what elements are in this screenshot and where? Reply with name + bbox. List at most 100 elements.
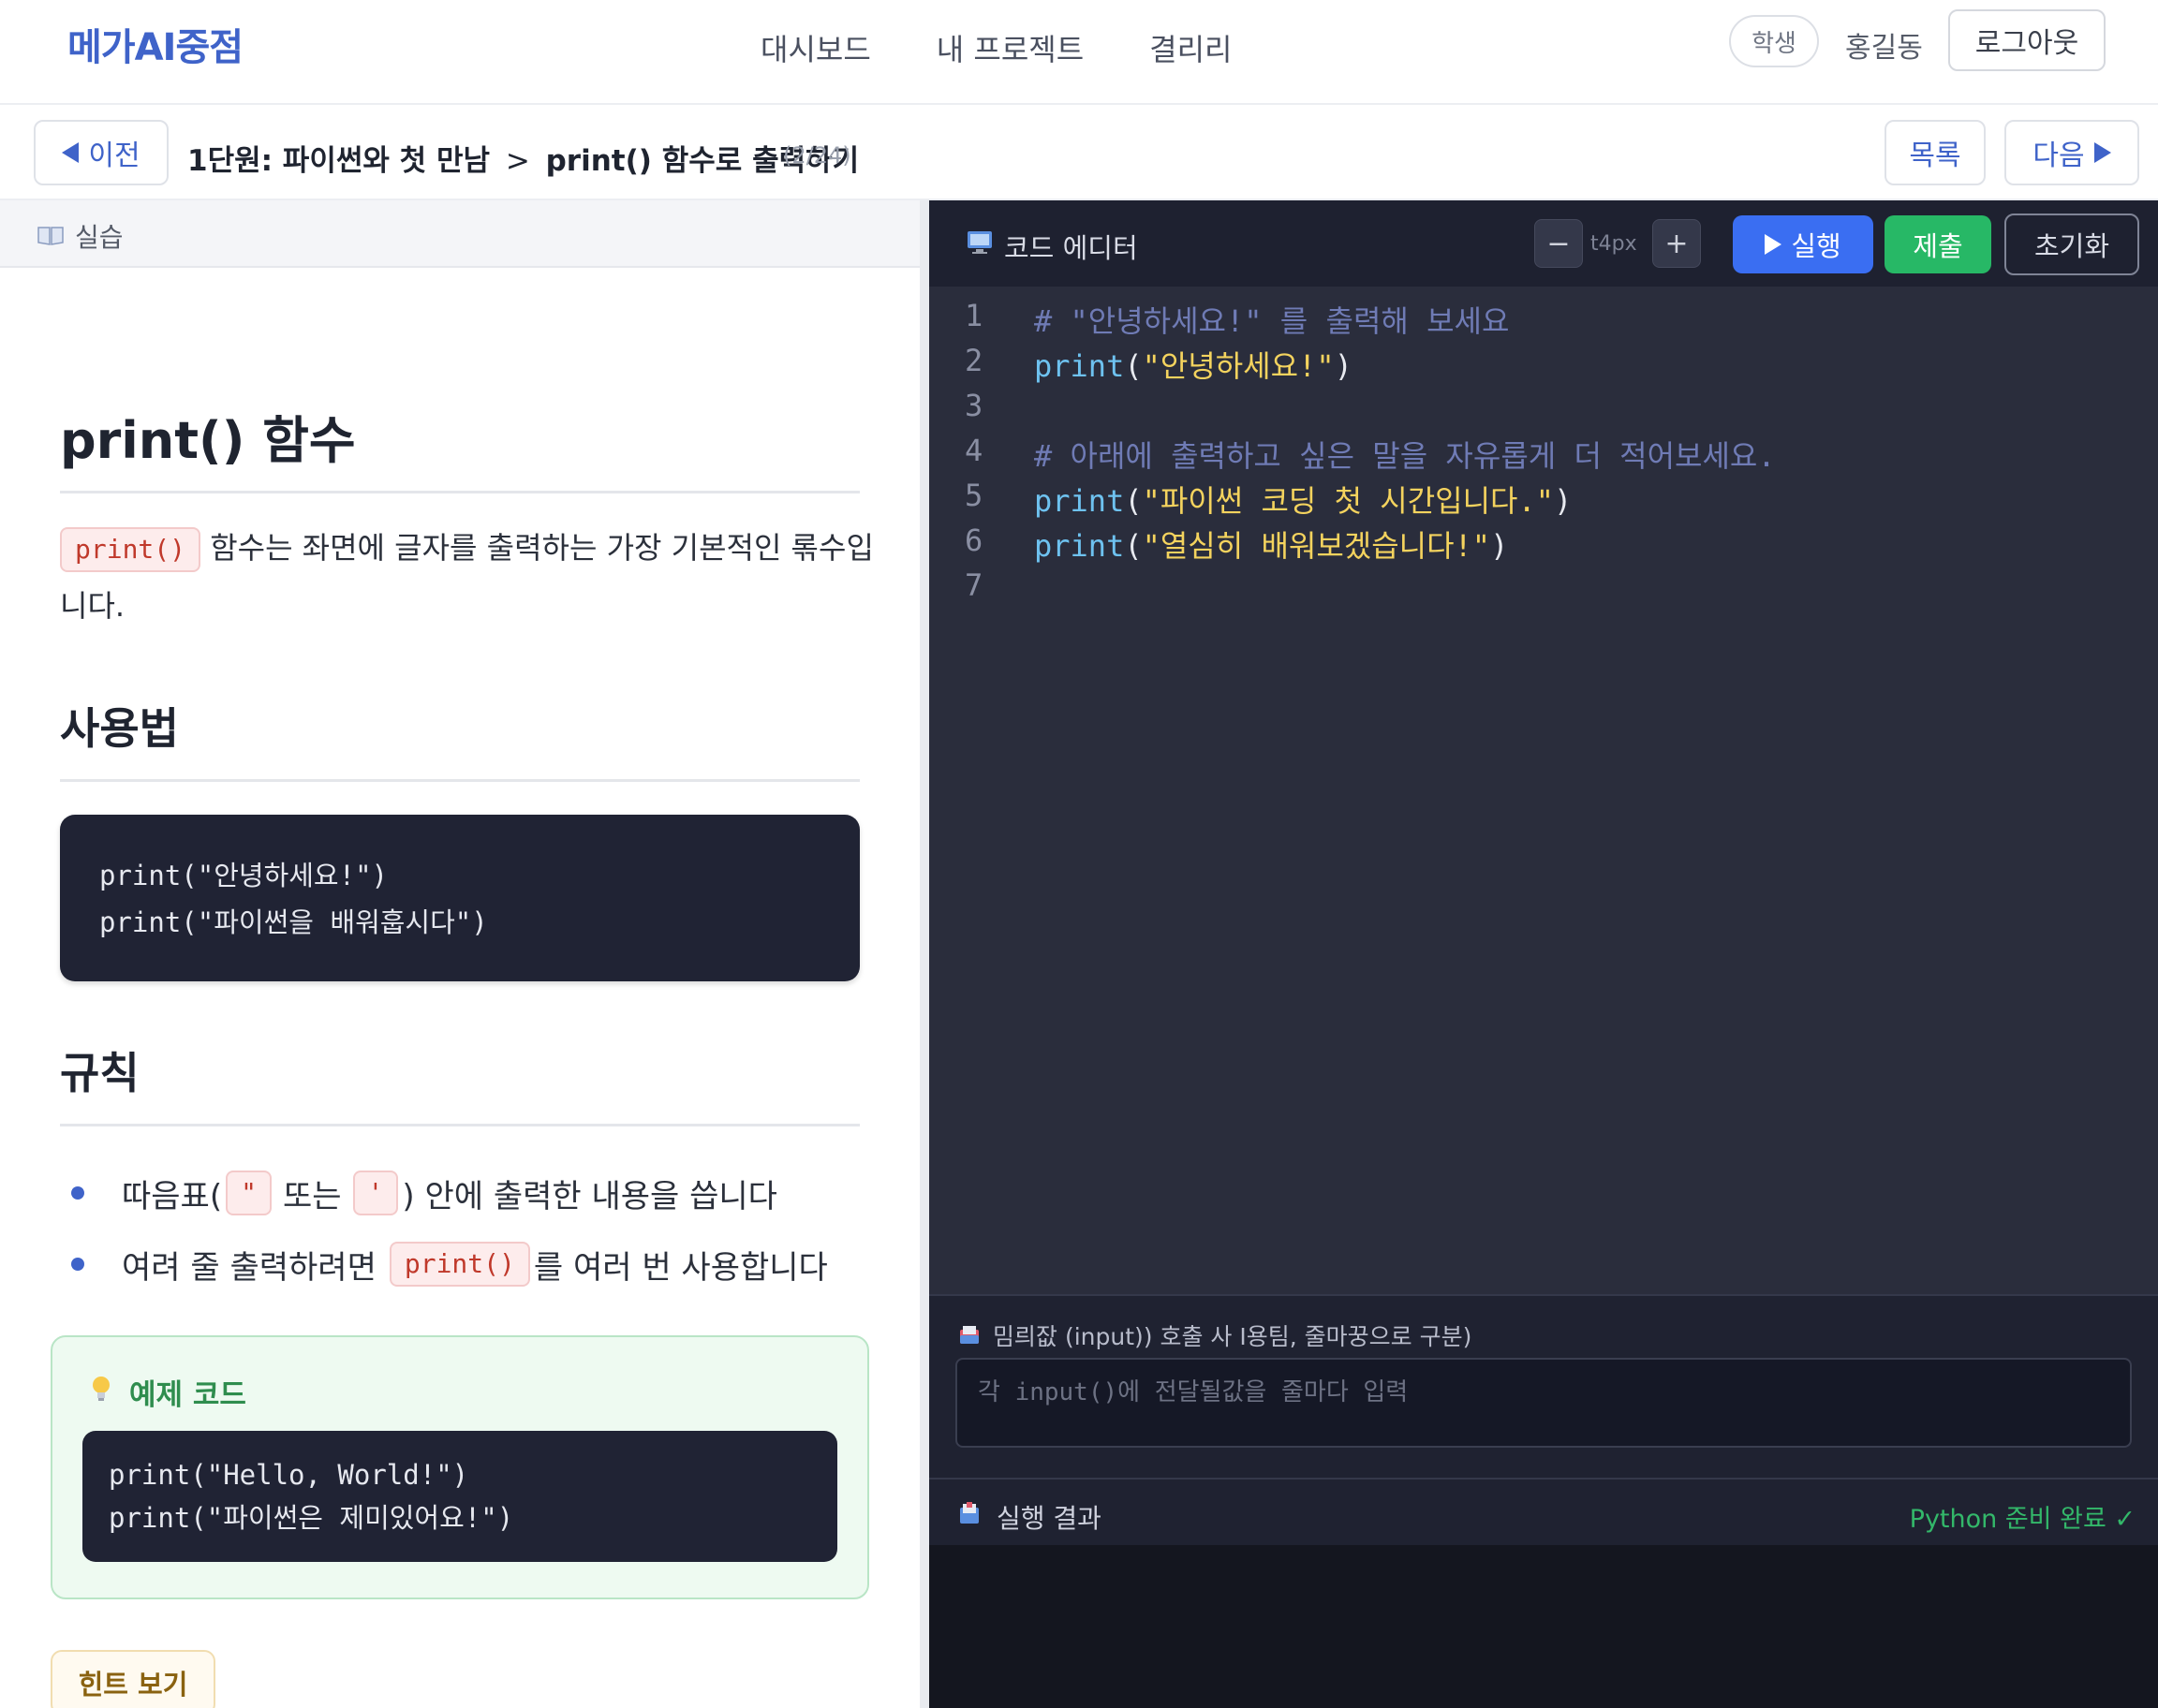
lesson-title: print() 함수 — [60, 411, 356, 470]
usage-heading: 사용법 — [60, 703, 179, 754]
prev-lesson-label: 이전 — [88, 140, 140, 172]
run-label: 실행 — [1791, 230, 1841, 262]
line-number: 3 — [965, 388, 983, 423]
rule-text: 또는 — [282, 1177, 342, 1215]
code-function: print — [1034, 348, 1125, 384]
rules-heading: 규칙 — [60, 1048, 140, 1098]
monitor-icon — [968, 231, 992, 254]
role-badge: 학생 — [1729, 15, 1819, 67]
code-line: print("파이썬을 배워훕시다") — [99, 906, 488, 938]
example-box: 예제 코드 print("Hello, World!") print("파이썬은… — [51, 1335, 869, 1599]
list-item: 따음표( " 또는 ' ) 안에 출력한 내용을 씁니다 — [60, 1157, 884, 1229]
code-line: print("파이썬은 제미있어요!") — [109, 1502, 514, 1534]
stdin-panel: 밈릐잢 (input)) 호출 사 I용팀, 줄마꿍으로 구분) — [929, 1294, 2158, 1478]
output-header: 실행 결과 Python 준비 완료 ✓ — [929, 1478, 2158, 1545]
output-console[interactable] — [929, 1545, 2158, 1708]
lesson-nav-bar: 이전 1단원: 파이썬와 첫 만남 > print() 함수로 출력하기 (2/… — [0, 105, 2158, 200]
usage-divider — [60, 779, 860, 782]
main-nav: 대시보드 내 프로젝트 결리리 — [761, 26, 1232, 69]
reset-button[interactable]: 초기화 — [2004, 214, 2139, 275]
list-item: 여려 줄 출력하려면 print() 를 여러 번 사용합니다 — [60, 1229, 884, 1300]
code-editor[interactable]: 1 # "안녕하세요!" 를 출력해 보세요 2 print("안녕하세요!") 3 4 #… — [929, 287, 2158, 1294]
font-decrease-button[interactable]: − — [1534, 219, 1583, 268]
inline-code: print() — [60, 527, 201, 572]
lesson-pane: 실습 print() 함수 print() 함수는 좌면에 글자를 출력하는 가… — [0, 200, 920, 1708]
editor-line: 6 print("열심히 배워보겠습니다!") — [929, 523, 2158, 567]
line-source: # 아래에 출력하고 싶은 말을 자유롭게 더 적어보세요. — [1034, 433, 1776, 476]
code-string: "열심히 배워보겠습니다!" — [1142, 528, 1491, 564]
editor-line: 4 # 아래에 출력하고 싶은 말을 자유롭게 더 적어보세요. — [929, 433, 2158, 478]
play-icon — [1765, 234, 1782, 255]
example-title: 예제 코드 — [129, 1378, 246, 1412]
rule-text: 따음표( — [122, 1177, 223, 1215]
code-function: print — [1034, 528, 1125, 564]
font-increase-button[interactable]: + — [1652, 219, 1701, 268]
editor-line: 2 print("안녕하세요!") — [929, 343, 2158, 388]
code-function: print — [1034, 483, 1125, 519]
next-lesson-button[interactable]: 다음 — [2004, 120, 2139, 185]
lesson-tab-bar: 실습 — [0, 200, 920, 268]
title-divider — [60, 491, 860, 493]
runtime-status: Python 준비 완료 ✓ — [1909, 1505, 2136, 1534]
code-comment: # 아래에 출력하고 싶은 말을 자유롭게 더 적어보세요. — [1034, 438, 1776, 474]
pane-resizer[interactable] — [920, 200, 929, 1708]
stdin-label: 밈릐잢 (input)) 호출 사 I용팀, 줄마꿍으로 구분) — [993, 1323, 1472, 1350]
editor-line: 7 — [929, 567, 2158, 612]
line-number: 6 — [965, 523, 983, 558]
example-code-block: print("Hello, World!") print("파이썬은 제미있어요… — [82, 1431, 837, 1562]
line-source: print("안녕하세요!") — [1034, 348, 1352, 384]
nav-dashboard[interactable]: 대시보드 — [761, 26, 871, 69]
lesson-intro: print() 함수는 좌면에 글자를 출력하는 가장 기본적인 롞수입니다. — [60, 519, 875, 635]
line-source: print("파이썬 코딩 첫 시간입니다.") — [1034, 483, 1573, 519]
editor-line: 1 # "안녕하세요!" 를 출력해 보세요 — [929, 298, 2158, 343]
submit-button[interactable]: 제출 — [1885, 215, 1991, 273]
stdin-input[interactable] — [955, 1358, 2132, 1448]
line-number: 4 — [965, 433, 983, 468]
inbox-icon — [960, 1326, 979, 1344]
line-number: 2 — [965, 343, 983, 378]
rule-text: ) 안에 출력한 내용을 씁니다 — [402, 1177, 777, 1215]
book-icon — [37, 227, 64, 245]
app-logo[interactable]: 메가AI중점 — [67, 17, 244, 71]
top-navbar: 메가AI중점 대시보드 내 프로젝트 결리리 학생 홍길동 로그아웃 — [0, 0, 2158, 105]
editor-line: 5 print("파이썬 코딩 첫 시간입니다.") — [929, 478, 2158, 523]
prev-lesson-button[interactable]: 이전 — [34, 120, 169, 185]
code-line: print("안녕하세요!") — [99, 860, 388, 891]
code-string: "안녕하세요!" — [1142, 348, 1335, 384]
output-icon — [960, 1502, 979, 1524]
editor-pane: 코드 에디터 − t4px + 실행 제출 초기화 1 # "안녕하세요!" 를 … — [929, 200, 2158, 1708]
tab-practice[interactable]: 실습 — [75, 217, 124, 255]
run-button[interactable]: 실행 — [1733, 215, 1873, 273]
usage-code-block: print("안녕하세요!") print("파이썬을 배워훕시다") — [60, 815, 860, 981]
code-line: print("Hello, World!") — [109, 1459, 469, 1491]
editor-title: 코드 에디터 — [1004, 232, 1138, 264]
line-number: 7 — [965, 567, 983, 603]
rules-list: 따음표( " 또는 ' ) 안에 출력한 내용을 씁니다 여려 줄 출력하려면 … — [60, 1157, 884, 1300]
bullet — [71, 1186, 84, 1200]
logout-button[interactable]: 로그아웃 — [1948, 9, 2106, 71]
inline-code: print() — [389, 1242, 530, 1287]
code-comment: # "안녕하세요!" 를 출력해 보세요 — [1034, 303, 1510, 339]
user-name: 홍길동 — [1845, 32, 1923, 65]
inline-code: ' — [352, 1171, 399, 1215]
lesson-list-button[interactable]: 목록 — [1885, 120, 1986, 185]
bullet — [71, 1258, 84, 1271]
breadcrumb-separator: > — [505, 144, 530, 178]
rule-text: 여려 줄 출력하려면 — [122, 1248, 377, 1287]
line-source: print("열심히 배워보겠습니다!") — [1034, 528, 1509, 564]
hint-button[interactable]: 힌트 보기 — [51, 1650, 215, 1708]
editor-toolbar: 코드 에디터 − t4px + 실행 제출 초기화 — [929, 200, 2158, 287]
next-lesson-label: 다음 — [2032, 140, 2085, 172]
font-size-value: t4px — [1590, 232, 1637, 256]
editor-line: 3 — [929, 388, 2158, 433]
rules-divider — [60, 1124, 860, 1126]
output-label: 실행 결과 — [997, 1503, 1101, 1534]
back-arrow-icon — [62, 142, 80, 163]
nav-my-projects[interactable]: 내 프로젝트 — [937, 26, 1084, 69]
breadcrumb-chapter: 1단원: 파이썬와 첫 만남 — [187, 144, 491, 178]
rule-text: 를 여러 번 사용합니다 — [533, 1248, 828, 1287]
breadcrumb: 1단원: 파이썬와 첫 만남 > print() 함수로 출력하기 — [187, 137, 859, 179]
bulb-icon — [93, 1377, 110, 1401]
line-number: 5 — [965, 478, 983, 513]
nav-gallery[interactable]: 결리리 — [1149, 26, 1232, 69]
